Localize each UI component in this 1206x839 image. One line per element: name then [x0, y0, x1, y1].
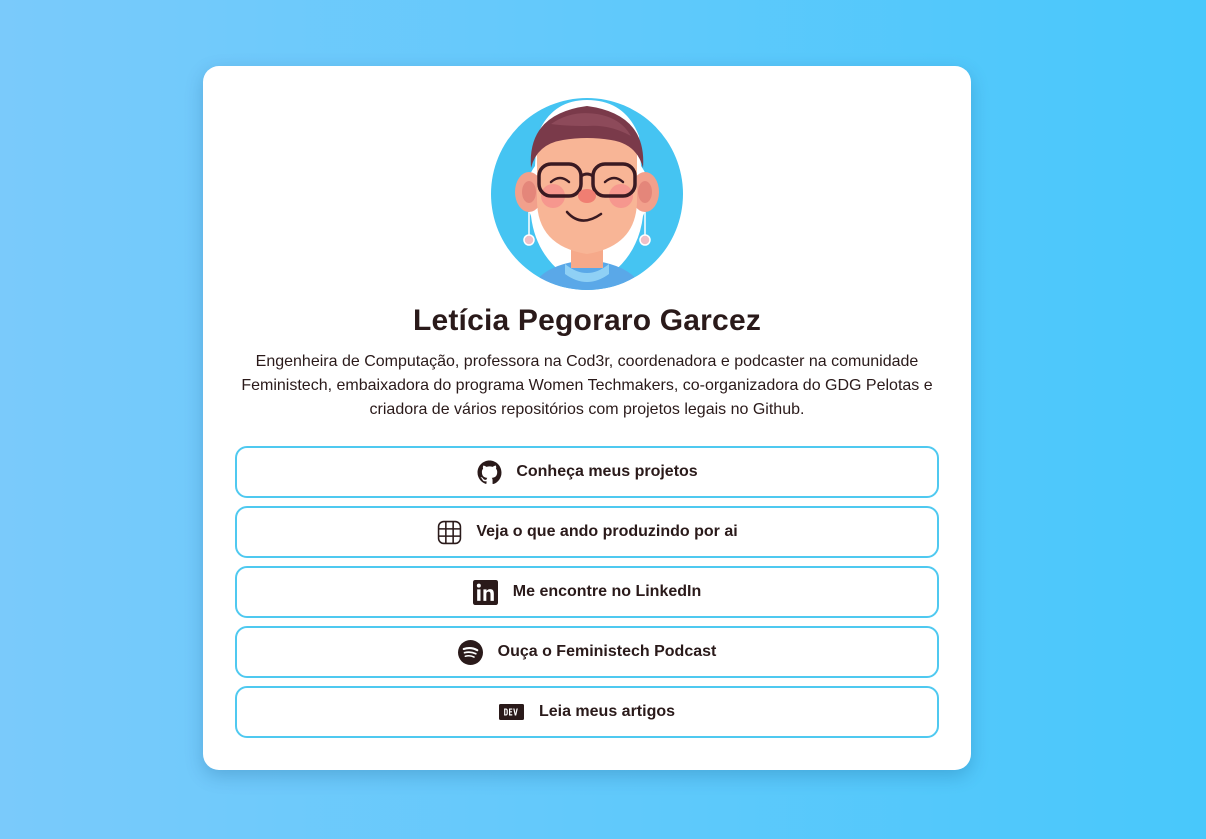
grid-icon — [436, 519, 462, 545]
link-label: Me encontre no LinkedIn — [512, 583, 702, 600]
link-label: Ouça o Feministech Podcast — [497, 643, 717, 660]
profile-card: Letícia Pegoraro Garcez Engenheira de Co… — [203, 66, 971, 770]
profile-bio: Engenheira de Computação, professora na … — [241, 353, 933, 418]
links-list: Conheça meus projetos Veja o que ando pr… — [235, 446, 939, 746]
link-button-projects[interactable]: Conheça meus projetos — [235, 446, 939, 498]
link-button-content[interactable]: Veja o que ando produzindo por ai — [235, 506, 939, 558]
profile-name: Letícia Pegoraro Garcez — [412, 304, 762, 337]
avatar — [491, 98, 683, 290]
link-button-linkedin[interactable]: Me encontre no LinkedIn — [235, 566, 939, 618]
link-label: Leia meus artigos — [538, 703, 676, 720]
link-label: Conheça meus projetos — [516, 463, 698, 480]
linkedin-icon — [473, 579, 499, 605]
link-label: Veja o que ando produzindo por ai — [476, 523, 738, 540]
github-icon — [476, 459, 502, 485]
link-button-podcast[interactable]: Ouça o Feministech Podcast — [235, 626, 939, 678]
spotify-icon — [458, 639, 484, 665]
link-button-articles[interactable]: Leia meus artigos — [235, 686, 939, 738]
dev-icon — [499, 699, 525, 725]
